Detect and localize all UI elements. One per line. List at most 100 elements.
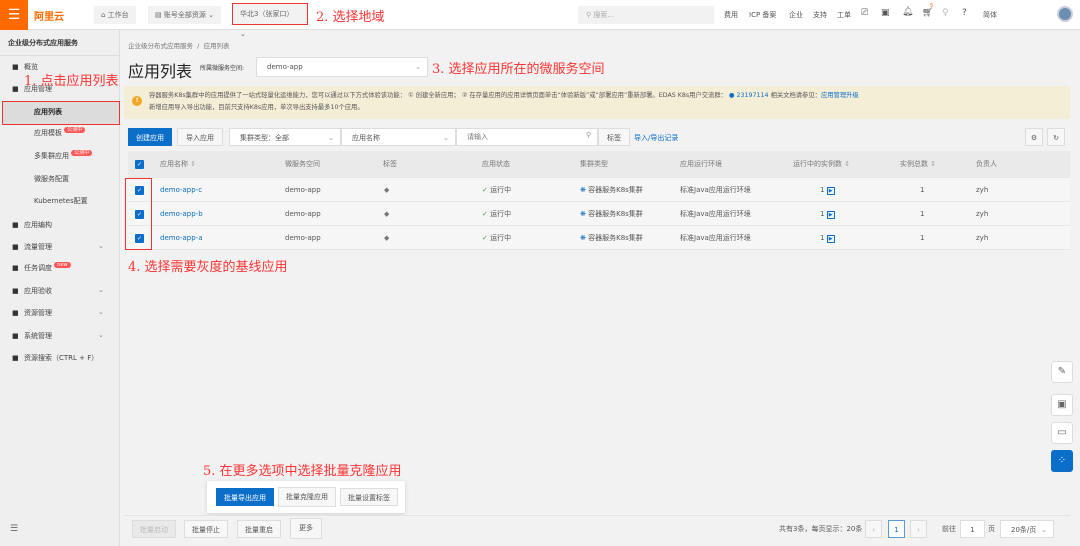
resources-dropdown[interactable]: ▤ 账号全部资源 ⌄ xyxy=(148,6,221,24)
doc-link[interactable]: 应用管理升级 xyxy=(821,92,859,99)
more-button[interactable]: 更多 xyxy=(290,518,322,539)
alert-text: 容器服务K8s集群中的应用提供了一站式轻量化运维能力，您可以通过以下方式体验该功… xyxy=(149,92,727,99)
sidebar-item[interactable]: 微服务配置 xyxy=(34,174,69,184)
batch-clone-button[interactable]: 批量克隆应用 xyxy=(278,487,336,507)
language-switch[interactable]: 简体 xyxy=(983,10,997,20)
sidebar-item[interactable]: 应用模板 公测中 xyxy=(34,127,86,138)
tag-button[interactable]: 标签 xyxy=(598,128,630,146)
tag-icon[interactable]: ◆ xyxy=(384,202,389,226)
play-icon[interactable]: ▶ xyxy=(826,211,835,219)
breadcrumb-root[interactable]: 企业级分布式应用服务 xyxy=(128,42,193,50)
select-all-checkbox[interactable]: ✓ xyxy=(135,160,144,169)
refresh-icon[interactable]: ↻ xyxy=(1047,128,1065,146)
help-icon[interactable]: ? xyxy=(962,8,967,18)
batch-export-button[interactable]: 批量导出应用 xyxy=(216,488,274,506)
running-count: 1 xyxy=(820,186,825,194)
image-icon[interactable]: ▣ xyxy=(1051,394,1073,416)
sidebar-item[interactable]: ■ 应用编构 xyxy=(12,220,52,230)
field-select[interactable]: 应用名称 ⌄ xyxy=(341,128,456,146)
cart-icon[interactable]: 🛒︎ xyxy=(922,8,933,18)
sort-icon[interactable]: ⇕ xyxy=(844,160,850,168)
app-name-link[interactable]: demo-app-c xyxy=(160,178,202,202)
column-label: 微服务空间 xyxy=(285,160,320,168)
sidebar-item[interactable]: ■ 流量管理 xyxy=(12,242,52,252)
chevron-down-icon[interactable]: ⌄ xyxy=(98,308,104,316)
status-cell: ✓ 运行中 xyxy=(482,226,511,250)
import-app-button[interactable]: 导入应用 xyxy=(177,128,223,146)
cluster-text: 容器服务K8s集群 xyxy=(588,186,643,194)
tag-icon[interactable]: ◆ xyxy=(384,178,389,202)
apps-grid-icon[interactable]: ⁘ xyxy=(1051,450,1073,472)
cluster-cell: ❋ 容器服务K8s集群 xyxy=(580,178,643,202)
sidebar-item[interactable]: ■ 应用验收 xyxy=(12,286,52,296)
env-cell: 标准Java应用运行环境 xyxy=(680,186,751,194)
avatar[interactable] xyxy=(1057,6,1073,22)
goto-page-input[interactable]: 1 xyxy=(960,520,985,538)
page-1-button[interactable]: 1 xyxy=(888,520,905,538)
column-header[interactable]: 实例总数 ⇕ xyxy=(900,151,936,178)
chevron-down-icon[interactable]: ⌄ xyxy=(98,286,104,294)
prev-page-icon[interactable]: ‹ xyxy=(865,520,882,538)
page-size-select[interactable]: 20条/页 ⌄ xyxy=(1000,520,1054,538)
batch-set-tags-button[interactable]: 批量设置标签 xyxy=(340,488,398,506)
chevron-down-icon[interactable]: ⌄ xyxy=(98,242,104,250)
namespace-select[interactable]: demo-app ⌄ xyxy=(256,57,428,77)
page-title: 应用列表 xyxy=(128,62,193,81)
create-app-button[interactable]: 创建应用 xyxy=(128,128,172,146)
column-header[interactable]: 应用名称 ⇕ xyxy=(160,151,196,178)
nav-enterprise[interactable]: 企业 xyxy=(789,10,803,20)
app-name-link[interactable]: demo-app-a xyxy=(160,226,203,250)
group-icon: ● xyxy=(728,92,735,99)
cluster-type-select[interactable]: 集群类型：全部 ⌄ xyxy=(229,128,341,146)
feedback-icon[interactable]: ▭ xyxy=(1051,422,1073,444)
workbench-button[interactable]: ⌂ 工作台 xyxy=(94,6,136,24)
sidebar-item[interactable]: ■ 资源管理 xyxy=(12,308,52,318)
collapse-sidebar-icon[interactable]: ☰ xyxy=(10,524,18,534)
namespace-cell: demo-app xyxy=(285,210,321,218)
chevron-down-icon[interactable]: ⌄ xyxy=(98,331,104,339)
schedule-icon: ■ xyxy=(12,264,19,272)
sidebar-item[interactable]: ■ 任务调度 new xyxy=(12,262,71,273)
import-export-records-link[interactable]: 导入/导出记录 xyxy=(634,133,678,143)
play-icon[interactable]: ▶ xyxy=(826,235,835,243)
apps-icon: ■ xyxy=(12,85,19,93)
sort-icon[interactable]: ⇕ xyxy=(930,160,936,168)
cart-count: 5 xyxy=(930,3,934,9)
status-cell: ✓ 运行中 xyxy=(482,202,511,226)
next-page-icon[interactable]: › xyxy=(910,520,927,538)
logo[interactable]: 阿里云 xyxy=(34,8,64,23)
sidebar-item[interactable]: 多集群应用 公测中 xyxy=(34,150,93,161)
annotation-4: 4. 选择需要灰度的基线应用 xyxy=(128,260,288,275)
batch-stop-button[interactable]: 批量停止 xyxy=(184,520,228,538)
gear-icon: ■ xyxy=(12,332,19,340)
batch-restart-button[interactable]: 批量重启 xyxy=(237,520,281,538)
tag-icon[interactable]: ◆ xyxy=(384,226,389,250)
region-dropdown[interactable]: 华北3（张家口） ⌄ xyxy=(232,3,308,38)
hamburger-icon[interactable]: ☰ xyxy=(0,0,28,30)
edit-icon[interactable]: ✎ xyxy=(1051,361,1073,383)
sidebar-item[interactable]: ■ 资源搜索（CTRL + F） xyxy=(12,353,98,363)
nav-icp[interactable]: ICP 备案 xyxy=(749,10,776,20)
app-name-link[interactable]: demo-app-b xyxy=(160,202,203,226)
remote-icon[interactable]: ⎚ xyxy=(861,8,868,18)
breadcrumb-current: 应用列表 xyxy=(203,42,230,50)
settings-icon[interactable]: ⚙ xyxy=(1025,128,1043,146)
nav-support[interactable]: 支持 xyxy=(813,10,827,20)
sidebar-item[interactable]: ■ 系统管理 xyxy=(12,331,52,341)
nav-fee[interactable]: 费用 xyxy=(724,10,738,20)
sidebar-item-label: 系统管理 xyxy=(24,332,52,340)
search-icon[interactable]: ⚲ xyxy=(586,131,591,139)
app-search-input[interactable] xyxy=(456,128,598,146)
global-search[interactable]: ⚲ 搜索... xyxy=(578,6,714,24)
sidebar-item[interactable]: Kubernetes配置 xyxy=(34,196,88,206)
screen-icon[interactable]: ▣ xyxy=(881,8,890,18)
check-icon: ✓ xyxy=(482,210,488,218)
play-icon[interactable]: ▶ xyxy=(826,187,835,195)
bulb-icon[interactable]: ♀ xyxy=(942,8,949,18)
column-header[interactable]: 运行中的实例数 ⇕ xyxy=(793,151,850,178)
bell-icon[interactable]: 🔔︎ xyxy=(902,7,913,17)
status-text: 运行中 xyxy=(490,210,512,218)
nav-ticket[interactable]: 工单 xyxy=(837,10,851,20)
sort-icon[interactable]: ⇕ xyxy=(190,160,196,168)
batch-start-button[interactable]: 批量启动 xyxy=(132,520,176,538)
